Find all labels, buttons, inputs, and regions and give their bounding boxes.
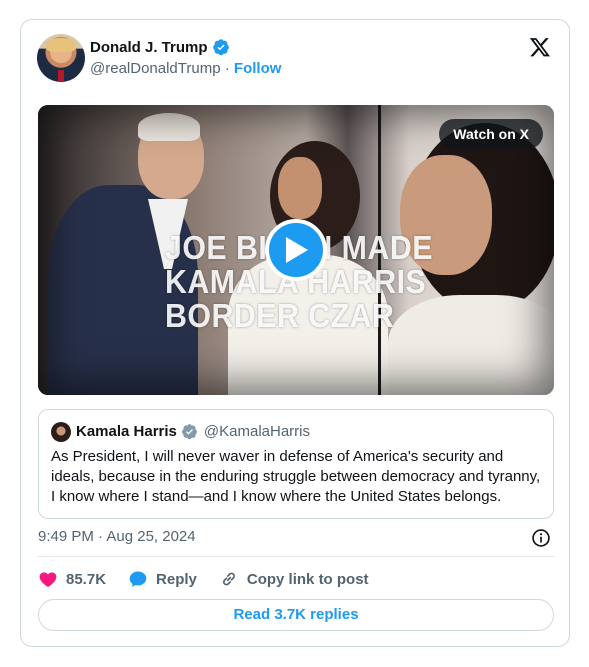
post-actions: 85.7K Reply Copy link to post [38,568,391,590]
quoted-author-name[interactable]: Kamala Harris [76,423,177,440]
overlay-line: BORDER CZAR [165,297,395,334]
handle-separator: · [220,60,234,77]
like-count: 85.7K [66,570,107,588]
copy-link-button[interactable]: Copy link to post [219,569,369,589]
reply-button[interactable]: Reply [128,569,197,589]
follow-button[interactable]: Follow [234,60,282,77]
verified-badge-icon [181,424,197,440]
reply-label: Reply [156,570,197,588]
info-icon[interactable] [531,528,551,548]
quoted-author-handle[interactable]: @KamalaHarris [204,423,310,440]
author-name[interactable]: Donald J. Trump [90,39,208,56]
divider [38,556,554,557]
author-avatar[interactable] [37,34,85,82]
play-icon [286,237,308,263]
author-handle-row: @realDonaldTrump · Follow [90,60,281,77]
author-handle[interactable]: @realDonaldTrump [90,60,221,77]
play-button[interactable] [265,219,327,281]
quoted-author-avatar[interactable] [51,422,71,442]
like-button[interactable]: 85.7K [38,569,106,589]
watch-on-x-button[interactable]: Watch on X [439,119,543,149]
copy-link-label: Copy link to post [246,570,369,588]
heart-icon [39,572,57,587]
post-timestamp[interactable]: 9:49 PM · Aug 25, 2024 [38,528,196,545]
quoted-post-text: As President, I will never waver in defe… [51,448,541,505]
video-player[interactable]: JOE BIDEN MADE KAMALA HARRIS BORDER CZAR… [38,105,554,395]
quoted-author-row: Kamala Harris @KamalaHarris [76,423,310,440]
verified-badge-icon [212,39,229,56]
link-icon [222,572,235,586]
read-replies-button[interactable]: Read 3.7K replies [38,599,554,631]
embedded-post-card: Donald J. Trump @realDonaldTrump · Follo… [20,19,570,647]
x-logo-icon[interactable] [529,36,551,58]
author-name-row[interactable]: Donald J. Trump [90,38,230,56]
quoted-post[interactable]: Kamala Harris @KamalaHarris As President… [38,409,554,519]
reply-icon [129,571,147,587]
